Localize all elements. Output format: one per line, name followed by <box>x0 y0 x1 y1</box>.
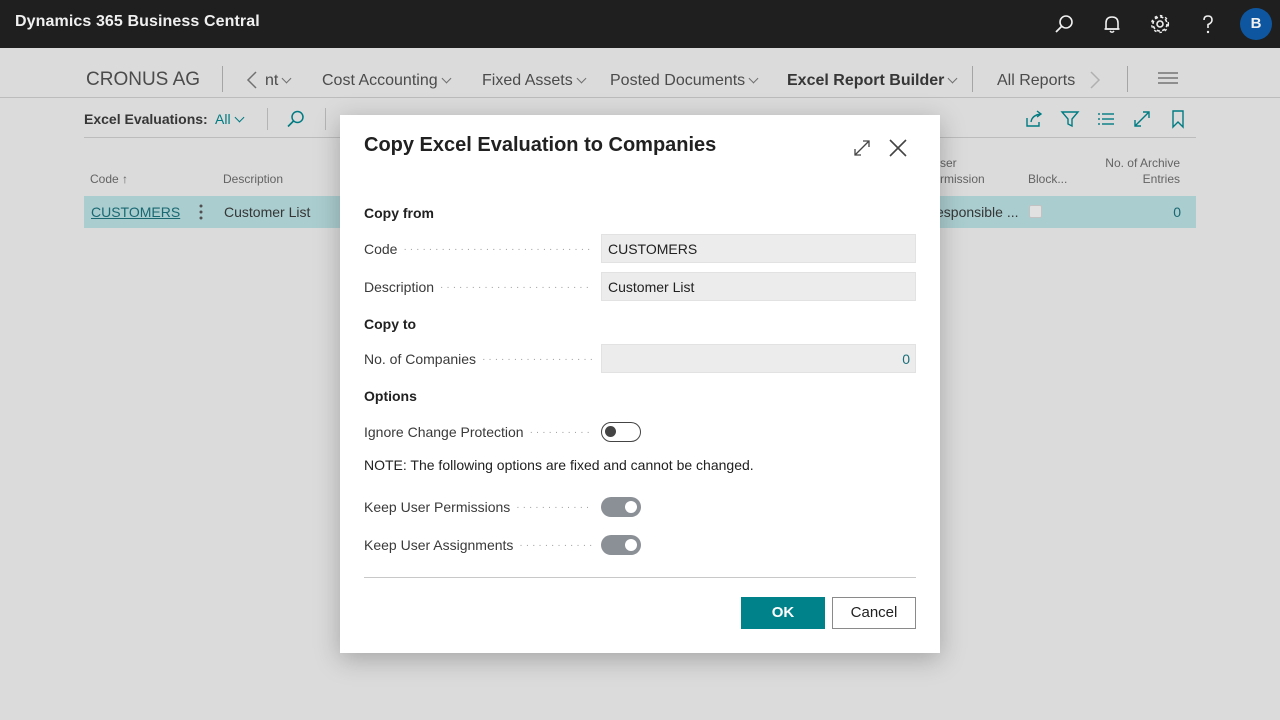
code-label: Code····································… <box>364 241 592 257</box>
keep-user-permissions-toggle <box>601 497 641 517</box>
keep-user-assignments-label: Keep User Assignments···················… <box>364 537 592 553</box>
cancel-button[interactable]: Cancel <box>832 597 916 629</box>
description-label: Description·····························… <box>364 279 592 295</box>
description-field: Customer List <box>601 272 916 301</box>
expand-icon[interactable] <box>851 137 873 159</box>
keep-user-permissions-label: Keep User Permissions···················… <box>364 499 592 515</box>
dialog-divider <box>364 577 916 578</box>
dialog-title: Copy Excel Evaluation to Companies <box>364 134 717 156</box>
group-options: Options <box>364 388 417 404</box>
ok-button[interactable]: OK <box>741 597 825 629</box>
companies-label: No. of Companies························… <box>364 351 592 367</box>
close-icon[interactable] <box>887 137 909 159</box>
note-text: NOTE: The following options are fixed an… <box>364 457 754 473</box>
ignore-change-protection-label: Ignore Change Protection················… <box>364 424 592 440</box>
group-copy-to: Copy to <box>364 316 417 332</box>
group-copy-from: Copy from <box>364 205 434 221</box>
code-field: CUSTOMERS <box>601 234 916 263</box>
copy-dialog: Copy Excel Evaluation to Companies Copy … <box>340 115 940 653</box>
companies-field[interactable]: 0 <box>601 344 916 373</box>
ignore-change-protection-toggle[interactable] <box>601 422 641 442</box>
keep-user-assignments-toggle <box>601 535 641 555</box>
